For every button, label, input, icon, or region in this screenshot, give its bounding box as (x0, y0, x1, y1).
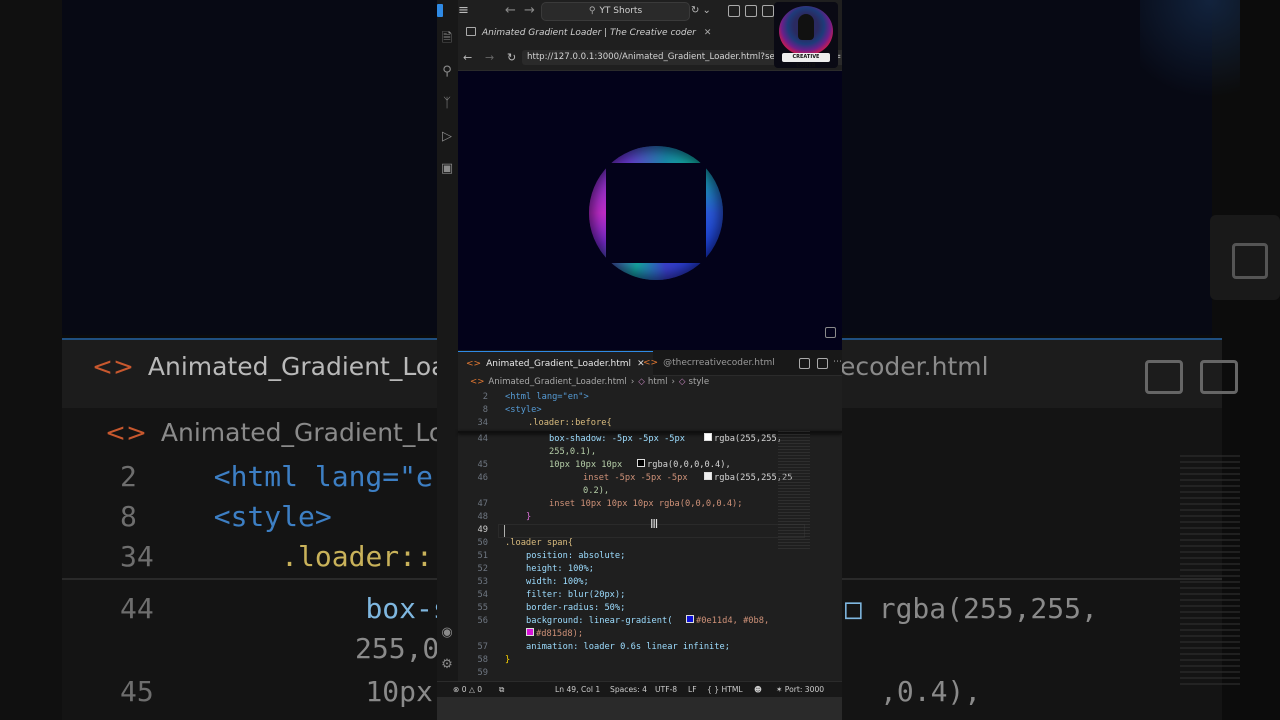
color-swatch-icon[interactable] (704, 433, 712, 441)
mouse-ibeam-cursor: Ⅲ (650, 517, 659, 531)
breadcrumb-file[interactable]: Animated_Gradient_Loader.html (488, 377, 626, 387)
html-file-icon: <> (643, 358, 659, 368)
explorer-icon[interactable]: 🗎 (440, 32, 454, 46)
extensions-icon[interactable]: ▣ (440, 162, 454, 176)
breadcrumb-html[interactable]: html (648, 377, 668, 387)
breadcrumb-style[interactable]: style (689, 377, 710, 387)
sidebar-toggle-icon[interactable] (745, 5, 757, 17)
panel-toggle-icon[interactable] (762, 5, 774, 17)
color-swatch-icon[interactable] (526, 628, 534, 636)
cursor-position[interactable]: Ln 49, Col 1 (555, 685, 600, 694)
copilot-icon[interactable]: ↻ ⌄ (691, 3, 719, 19)
bg-code-line: ,0.4), (880, 675, 982, 708)
vscode-window: 🗎 ⚲ ᛉ ▷ ▣ ◉ ⚙ ≡ ← → ⚲ YT Shorts ↻ ⌄ Anima… (437, 0, 842, 720)
browser-tab[interactable]: Animated Gradient Loader | The Creative … (466, 27, 711, 38)
editor-tab[interactable]: <> @thecrreativecoder.html (643, 351, 775, 375)
bg-code-line: 255,0 (355, 632, 440, 665)
reload-icon[interactable]: ↻ (507, 51, 516, 64)
bg-tab2-title: ecoder.html (840, 352, 989, 381)
end-of-line[interactable]: LF (688, 685, 697, 694)
nav-forward-icon[interactable]: → (524, 3, 535, 18)
nav-back-icon[interactable]: ← (505, 3, 516, 18)
encoding[interactable]: UTF-8 (655, 685, 677, 694)
settings-gear-icon[interactable]: ⚙ (440, 658, 454, 672)
element-icon: ◇ (678, 377, 686, 387)
bg-code-line: □ rgba(255,255, (845, 592, 1098, 625)
bg-layout-icon (1210, 215, 1280, 300)
copilot-status-icon[interactable]: ☻ (754, 685, 762, 694)
activity-bar: 🗎 ⚲ ᛉ ▷ ▣ ◉ ⚙ (437, 0, 458, 700)
command-center-search[interactable]: ⚲ YT Shorts (541, 2, 690, 21)
bg-code-line: 8 <style> (120, 500, 332, 533)
html-file-icon: <> (466, 359, 482, 369)
avatar-figure (798, 14, 814, 40)
browser-back-icon[interactable]: ← (463, 51, 472, 64)
hamburger-menu-icon[interactable]: ≡ (458, 3, 469, 18)
bg-tab-title: <> Animated_Gradient_Loa (92, 352, 447, 381)
text-cursor (504, 525, 506, 537)
simple-browser: Animated Gradient Loader | The Creative … (458, 23, 842, 350)
search-icon[interactable]: ⚲ (440, 65, 454, 79)
bg-split-icon-2 (1200, 360, 1238, 394)
search-icon: ⚲ (588, 6, 596, 16)
bg-code-line: 45 10px (120, 675, 433, 708)
breadcrumb: <> Animated_Gradient_Loader.html › ◇ html › ◇ s… (470, 377, 710, 387)
html-file-icon: <> (470, 377, 485, 387)
run-debug-icon[interactable]: ▷ (440, 130, 454, 144)
browser-forward-icon[interactable]: → (485, 51, 494, 64)
language-mode[interactable]: { } HTML (707, 685, 743, 694)
bg-split-icon (1145, 360, 1183, 394)
live-share-icon[interactable]: ⧉ (499, 685, 504, 695)
account-icon[interactable]: ◉ (440, 626, 454, 640)
bg-code-line: 44 box-s (120, 592, 450, 625)
more-actions-icon[interactable]: ⋯ (833, 357, 842, 367)
element-icon: ◇ (638, 377, 645, 387)
color-swatch-icon[interactable] (637, 459, 645, 467)
browser-layout-icon[interactable] (825, 327, 836, 338)
browser-tab-icon (466, 27, 476, 36)
split-editor-icon[interactable] (817, 358, 828, 369)
avatar-banner: CREATIVE CODER (782, 53, 830, 68)
bg-code-line: 34 .loader:: (120, 540, 433, 573)
source-control-icon[interactable]: ᛉ (440, 97, 454, 111)
code-area[interactable]: 2 <html lang="en"> 8 <style> 34 .loader::be… (458, 391, 842, 681)
color-swatch-icon[interactable] (704, 472, 712, 480)
problems-indicator[interactable]: ⊗ 0 △ 0 (453, 685, 482, 694)
color-swatch-icon[interactable] (686, 615, 694, 623)
bg-minimap (1180, 455, 1240, 685)
code-editor: <> Animated_Gradient_Loader.html ✕ <> @thec… (458, 351, 842, 681)
close-tab-icon[interactable]: ✕ (704, 28, 712, 38)
loader-center (606, 163, 706, 263)
layout-toggle-icon[interactable] (728, 5, 740, 17)
indentation[interactable]: Spaces: 4 (610, 685, 647, 694)
status-bar: ⊗ 0 △ 0 ⧉ Ln 49, Col 1 Spaces: 4 UTF-8 L… (437, 681, 842, 698)
editor-tab-bar: <> Animated_Gradient_Loader.html ✕ <> @thec… (458, 351, 842, 376)
live-server-port[interactable]: ✶ Port: 3000 (776, 685, 824, 694)
vscode-logo-icon (437, 4, 443, 17)
bg-left-strip (0, 0, 62, 720)
open-preview-icon[interactable] (799, 358, 810, 369)
page-preview (458, 71, 842, 350)
minimap[interactable] (778, 431, 810, 551)
bg-glow (1140, 0, 1240, 120)
editor-tab-active[interactable]: <> Animated_Gradient_Loader.html ✕ (458, 351, 653, 376)
bg-breadcrumb: <> Animated_Gradient_Lo (105, 418, 445, 447)
channel-avatar: CREATIVE CODER (774, 2, 838, 68)
bottom-bar (437, 697, 842, 720)
bg-code-line: 2 <html lang="e (120, 460, 433, 493)
